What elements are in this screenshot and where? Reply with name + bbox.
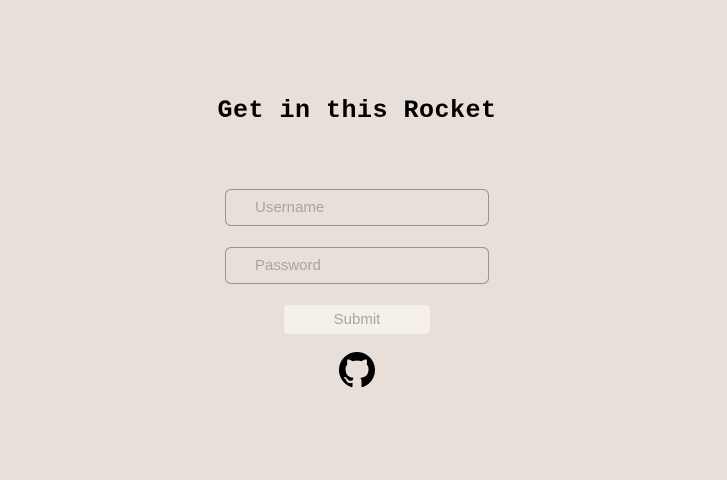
submit-button[interactable]: Submit	[284, 305, 430, 334]
page-title: Get in this Rocket	[217, 96, 497, 125]
github-link[interactable]	[339, 352, 375, 388]
github-icon	[339, 352, 375, 388]
login-page: Get in this Rocket Submit	[0, 0, 727, 480]
username-input[interactable]	[225, 189, 489, 226]
password-input[interactable]	[225, 247, 489, 284]
